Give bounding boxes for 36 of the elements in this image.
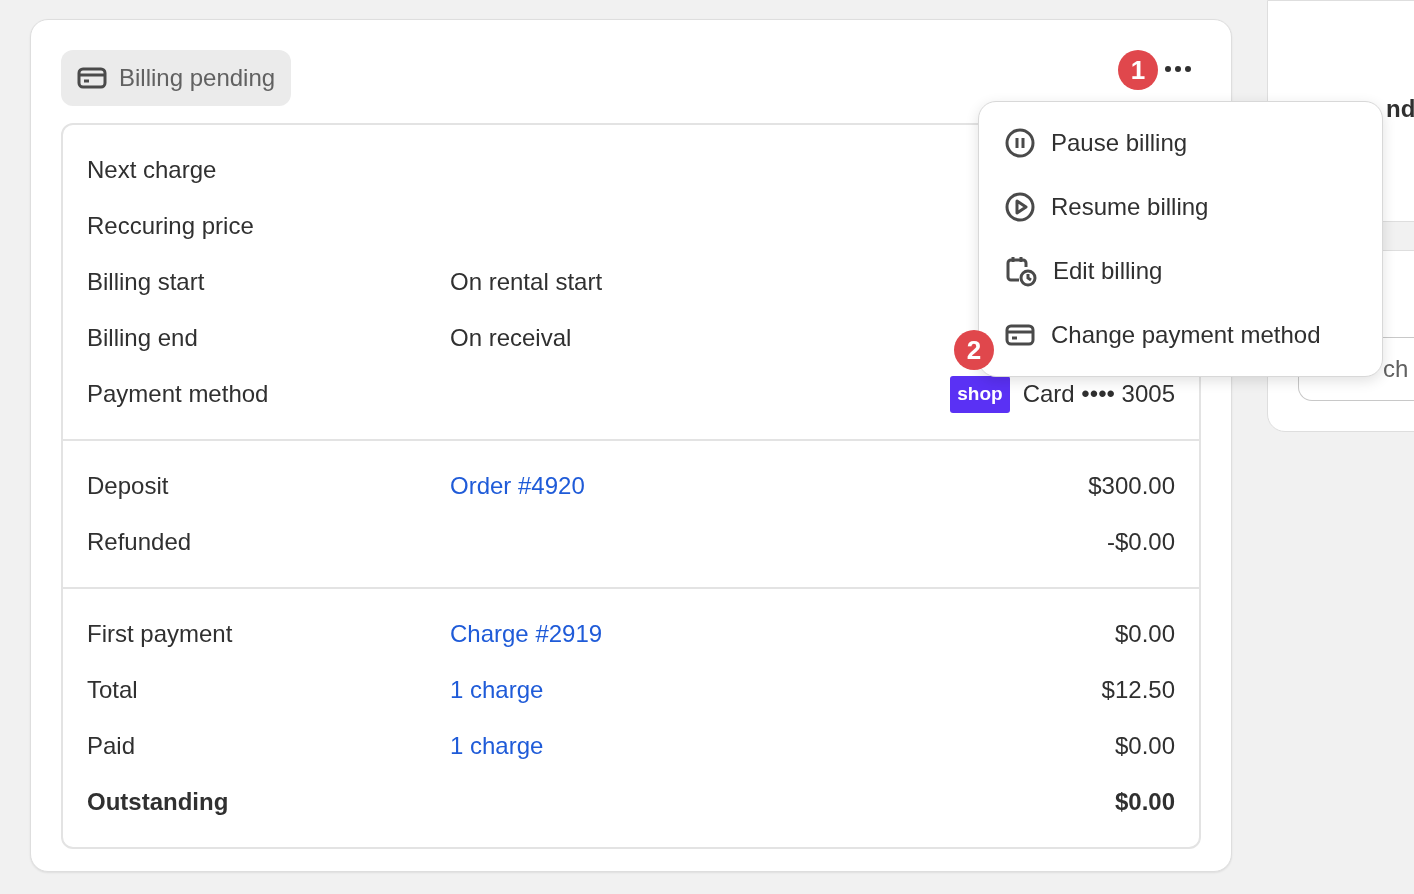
row-label: Paid [87, 732, 137, 760]
row-label: Total [87, 676, 139, 704]
detail-link[interactable]: 1 charge [450, 676, 544, 703]
menu-item[interactable]: Change payment method [999, 303, 1378, 367]
play-icon [1005, 192, 1035, 222]
pause-icon [1005, 128, 1035, 158]
row-value: Card •••• 3005 [1022, 380, 1175, 408]
side-heading: nd [1386, 94, 1414, 123]
row-value: $12.50 [1101, 676, 1175, 704]
row-value: $0.00 [1114, 732, 1175, 760]
row-value: $300.00 [1088, 472, 1175, 500]
row-value: $0.00 [1114, 620, 1175, 648]
row-value: -$0.00 [1106, 528, 1175, 556]
shop-badge: shop [950, 375, 1010, 413]
detail-text: On rental start [450, 268, 603, 295]
detail-text: On receival [450, 324, 572, 351]
calendar-clock-icon [1005, 255, 1037, 287]
credit-card-icon [1005, 324, 1035, 346]
row-label: Billing start [87, 268, 206, 296]
row-label: Refunded [87, 528, 193, 556]
menu-item[interactable]: Resume billing [999, 175, 1378, 239]
row-label: Reccuring price [87, 212, 255, 240]
row-label: Next charge [87, 156, 218, 184]
row-label: Payment method [87, 380, 270, 408]
menu-item[interactable]: Edit billing [999, 239, 1378, 303]
row-label: Outstanding [87, 788, 230, 816]
credit-card-icon [77, 67, 107, 89]
detail-link[interactable]: Order #4920 [450, 472, 585, 499]
row-label: First payment [87, 620, 234, 648]
row-label: Billing end [87, 324, 199, 352]
row-value: $0.00 [1114, 788, 1175, 816]
row-label: Deposit [87, 472, 170, 500]
menu-item[interactable]: Pause billing [999, 111, 1378, 175]
status-label: Billing pending [119, 64, 276, 92]
detail-link[interactable]: 1 charge [450, 732, 544, 759]
detail-link[interactable]: Charge #2919 [450, 620, 603, 647]
